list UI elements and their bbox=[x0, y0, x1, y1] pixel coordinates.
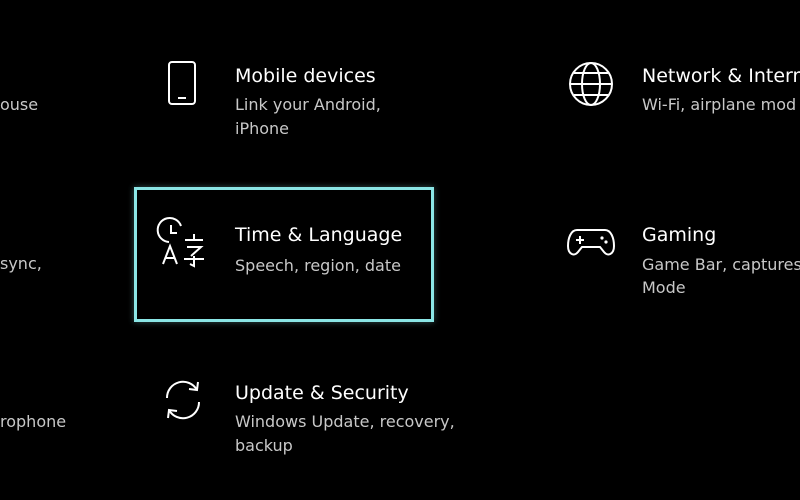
tile-gaming[interactable]: Gaming Game Bar, captures, Mode bbox=[545, 200, 800, 320]
phone-icon bbox=[167, 60, 197, 106]
tile-title: Network & Intern bbox=[642, 65, 800, 87]
time-language-icon bbox=[156, 217, 209, 268]
tile-title: Mobile devices bbox=[235, 65, 376, 87]
tile-description-line2: Mode bbox=[642, 278, 686, 297]
tile-title: Gaming bbox=[642, 224, 717, 246]
tile-update-security[interactable]: Update & Security Windows Update, recove… bbox=[135, 360, 455, 480]
sync-arrows-icon bbox=[159, 376, 207, 424]
partial-desc-sync: sync, bbox=[0, 254, 42, 273]
partial-desc-microphone: rophone bbox=[0, 412, 67, 431]
tile-description: Speech, region, date bbox=[235, 256, 401, 275]
tile-title: Update & Security bbox=[235, 382, 409, 404]
tile-title: Time & Language bbox=[235, 224, 403, 246]
globe-icon bbox=[567, 60, 615, 108]
tile-description-line2: backup bbox=[235, 436, 293, 455]
tile-description: Game Bar, captures, bbox=[642, 255, 800, 274]
tile-mobile-devices[interactable]: Mobile devices Link your Android, iPhone bbox=[135, 40, 435, 160]
gamepad-icon bbox=[566, 226, 616, 258]
tile-description: Wi-Fi, airplane mod bbox=[642, 95, 797, 114]
tile-network-internet[interactable]: Network & Intern Wi-Fi, airplane mod bbox=[545, 40, 800, 160]
tile-description: Link your Android, iPhone bbox=[235, 95, 381, 138]
tile-time-language[interactable]: Time & Language Speech, region, date bbox=[134, 187, 434, 322]
partial-desc-mouse: ouse bbox=[0, 95, 39, 114]
tile-description: Windows Update, recovery, bbox=[235, 412, 455, 431]
